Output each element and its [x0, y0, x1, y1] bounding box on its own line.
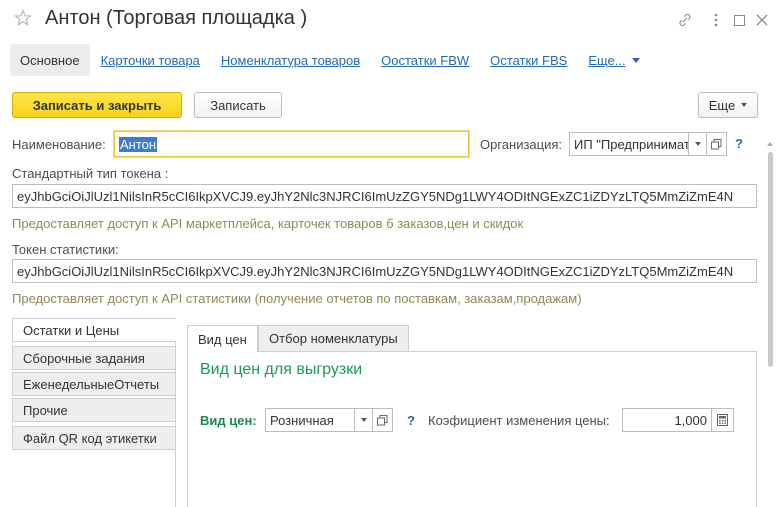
window-title: Антон (Торговая площадка ) [45, 7, 308, 29]
organization-help-icon[interactable]: ? [735, 136, 743, 151]
save-and-close-button[interactable]: Записать и закрыть [12, 92, 182, 118]
side-tab-assembly-tasks[interactable]: Сборочные задания [12, 346, 176, 370]
name-label: Наименование: [12, 137, 106, 152]
maximize-icon[interactable] [728, 9, 750, 31]
more-button[interactable]: Еще [698, 92, 758, 118]
name-value: Антон [119, 136, 158, 152]
price-type-dropdown-button[interactable] [355, 408, 373, 432]
stat-token-hint: Предоставляет доступ к API статистики (п… [12, 291, 582, 306]
side-tab-weekly-reports[interactable]: ЕженедельныеОтчеты [12, 372, 176, 396]
price-type-open-button[interactable] [373, 408, 393, 432]
tab-stock-fbs[interactable]: Остатки FBS [480, 44, 577, 76]
nav-tabs: Основное Карточки товара Номенклатура то… [10, 44, 651, 76]
organization-input[interactable]: ИП "Предпринимат [569, 132, 689, 156]
open-window-icon [377, 414, 388, 425]
price-type-label: Вид цен: [200, 413, 257, 428]
stat-token-label: Токен статистики: [12, 242, 119, 257]
chevron-down-icon [741, 103, 748, 107]
price-type-input[interactable]: Розничная [265, 408, 355, 432]
open-window-icon [711, 138, 722, 149]
title-bar: Антон (Торговая площадка ) [0, 0, 780, 40]
side-tab-qr-label[interactable]: Файл QR код этикетки [12, 426, 176, 450]
tab-more[interactable]: Еще... [578, 44, 649, 76]
favorite-star-icon[interactable] [14, 9, 32, 27]
name-input[interactable]: Антон [114, 131, 469, 157]
tab-nomenclature[interactable]: Номенклатура товаров [211, 44, 370, 76]
more-vertical-icon[interactable] [705, 9, 727, 31]
organization-label: Организация: [480, 137, 563, 152]
inner-tab-nomenclature-filter[interactable]: Отбор номенклатуры [258, 325, 409, 351]
save-button[interactable]: Записать [194, 92, 282, 118]
chevron-down-icon [360, 418, 367, 422]
calculator-button[interactable] [712, 408, 734, 432]
side-tab-stock-prices[interactable]: Остатки и Цены [12, 318, 176, 342]
token-input[interactable]: eyJhbGciOiJlUzl1NilsInR5cCI6IkpXVCJ9.eyJ… [12, 184, 757, 208]
token-label: Стандартный тип токена : [12, 166, 169, 181]
scroll-up-arrow-icon[interactable] [767, 142, 773, 146]
side-tab-other[interactable]: Прочие [12, 398, 176, 422]
calculator-icon [717, 414, 728, 426]
side-tabs-divider [175, 341, 176, 507]
close-icon[interactable] [751, 9, 773, 31]
tab-stock-fbw[interactable]: Оостатки FBW [371, 44, 479, 76]
inner-tab-price-type[interactable]: Вид цен [187, 325, 258, 352]
chevron-down-icon [694, 142, 701, 146]
tab-main[interactable]: Основное [10, 44, 90, 76]
chevron-down-icon [631, 57, 640, 63]
organization-open-button[interactable] [707, 132, 727, 156]
coef-label: Коэфициент изменения цены: [428, 413, 610, 428]
link-icon[interactable] [674, 9, 696, 31]
scrollbar-thumb[interactable] [768, 152, 773, 367]
price-panel-heading: Вид цен для выгрузки [200, 361, 363, 378]
coef-input[interactable]: 1,000 [622, 408, 712, 432]
price-type-help-icon[interactable]: ? [407, 413, 415, 428]
stat-token-input[interactable]: eyJhbGciOiJlUzl1NilsInR5cCI6IkpXVCJ9.eyJ… [12, 259, 757, 283]
organization-dropdown-button[interactable] [689, 132, 707, 156]
token-hint: Предоставляет доступ к API маркетплейса,… [12, 216, 524, 231]
tab-product-cards[interactable]: Карточки товара [91, 44, 210, 76]
